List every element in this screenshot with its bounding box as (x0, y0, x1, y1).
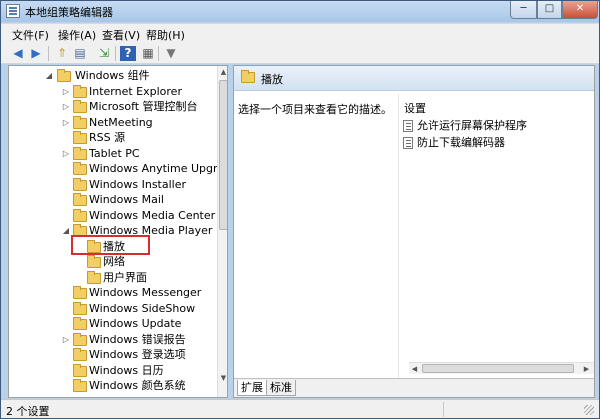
folder-icon (73, 317, 87, 330)
properties-icon[interactable]: ▦ (140, 46, 156, 61)
tree-scroll-thumb[interactable] (219, 80, 227, 230)
tree-node-label: Windows SideShow (89, 302, 196, 315)
folder-icon (73, 193, 87, 206)
folder-icon (87, 255, 101, 268)
expander-icon[interactable]: ▷ (61, 146, 71, 162)
folder-icon (73, 147, 87, 160)
policy-editor-icon (6, 4, 20, 18)
tree-node-label: RSS 源 (89, 131, 126, 144)
tree-node-label: 网络 (103, 255, 125, 268)
back-icon[interactable]: ◀ (10, 46, 26, 61)
folder-icon (73, 209, 87, 222)
details-horizontal-scrollbar[interactable]: ◀ ▶ (409, 362, 594, 374)
help-icon[interactable]: ? (120, 46, 136, 61)
folder-icon (73, 131, 87, 144)
title-bar[interactable]: 本地组策略编辑器 ─ □ ✕ (1, 1, 599, 22)
menu-action[interactable]: 操作(A) (58, 27, 96, 43)
tree-node-label: Windows Messenger (89, 286, 202, 299)
folder-icon (241, 70, 255, 83)
folder-icon (73, 178, 87, 191)
folder-icon (57, 69, 71, 82)
folder-icon (73, 85, 87, 98)
tree-node-label: Windows Update (89, 317, 182, 330)
selection-highlight-box (71, 235, 150, 255)
menu-help[interactable]: 帮助(H) (146, 27, 185, 43)
tree-node-label: Windows Anytime Upgrade (89, 162, 228, 175)
folder-icon (73, 100, 87, 113)
folder-icon (87, 271, 101, 284)
details-scroll-thumb[interactable] (422, 364, 574, 373)
tree-node-label: Internet Explorer (89, 85, 182, 98)
tree-node-label: Windows 日历 (89, 364, 164, 377)
expander-icon[interactable]: ▷ (61, 99, 71, 115)
setting-label: 防止下载编解码器 (417, 136, 505, 149)
tree-node-label: Windows Installer (89, 178, 187, 191)
expander-icon[interactable]: ◢ (44, 68, 54, 84)
tree-node-label: 用户界面 (103, 271, 147, 284)
description-text: 选择一个项目来查看它的描述。 (238, 103, 392, 116)
scroll-down-icon[interactable]: ▼ (218, 372, 227, 384)
view-tabs: 扩展 标准 (234, 378, 594, 397)
toolbar-separator (115, 46, 116, 61)
details-header: 播放 (234, 66, 594, 91)
show-hide-tree-icon[interactable]: ▤ (72, 46, 88, 61)
status-bar: 2 个设置 (1, 399, 599, 418)
tree-vertical-scrollbar[interactable]: ▲ ▼ (217, 66, 227, 397)
folder-icon (73, 302, 87, 315)
toolbar-separator (158, 46, 159, 61)
resize-grip-icon[interactable] (584, 405, 594, 415)
details-header-title: 播放 (261, 73, 283, 86)
tree-node-label: Windows Media Center (89, 209, 216, 222)
folder-icon (73, 364, 87, 377)
expander-icon[interactable]: ◢ (61, 223, 71, 239)
scroll-up-icon[interactable]: ▲ (218, 66, 227, 78)
folder-icon (73, 333, 87, 346)
tree-node-label: Windows 组件 (75, 69, 150, 82)
expander-icon[interactable]: ▷ (61, 115, 71, 131)
tab-extended[interactable]: 扩展 (237, 380, 267, 396)
tree-node-label: NetMeeting (89, 116, 153, 129)
export-list-icon[interactable]: ⇲ (96, 46, 112, 61)
minimize-button[interactable]: ─ (510, 1, 537, 19)
pane-divider (398, 94, 399, 378)
menu-view[interactable]: 查看(V) (102, 27, 140, 43)
column-header-setting[interactable]: 设置 (404, 100, 426, 116)
expander-icon[interactable]: ▷ (61, 84, 71, 100)
window-title: 本地组策略编辑器 (25, 6, 113, 19)
toolbar: ◀ ▶ ⇑ ▤ ⇲ ? ▦ ▼ (1, 43, 599, 64)
close-button[interactable]: ✕ (562, 1, 598, 19)
details-pane: 播放 选择一个项目来查看它的描述。 设置 允许运行屏幕保护程序 防止下载编解码器… (233, 65, 595, 398)
maximize-button[interactable]: □ (537, 1, 562, 19)
menu-file[interactable]: 文件(F) (12, 27, 49, 43)
tree-node-label: Windows Mail (89, 193, 164, 206)
toolbar-separator (48, 46, 49, 61)
main-window: 本地组策略编辑器 ─ □ ✕ 文件(F) 操作(A) 查看(V) 帮助(H) ◀… (0, 0, 600, 419)
policy-setting-icon (403, 120, 413, 132)
tree-node-label: Microsoft 管理控制台 (89, 100, 198, 113)
folder-icon (73, 162, 87, 175)
folder-icon (73, 286, 87, 299)
tab-standard[interactable]: 标准 (266, 380, 296, 396)
tree-node-label: Windows 颜色系统 (89, 379, 186, 392)
status-text: 2 个设置 (6, 405, 50, 418)
up-one-level-icon[interactable]: ⇑ (54, 46, 70, 61)
tree-pane[interactable]: ◢ Windows 组件 ▷ Internet Explorer ▷ Micro… (8, 65, 228, 398)
menu-bar: 文件(F) 操作(A) 查看(V) 帮助(H) (1, 23, 599, 43)
status-separator (443, 402, 444, 417)
setting-label: 允许运行屏幕保护程序 (417, 119, 527, 132)
folder-icon (73, 348, 87, 361)
tree-node-label: Windows 登录选项 (89, 348, 186, 361)
folder-icon (73, 379, 87, 392)
expander-icon[interactable]: ▷ (61, 332, 71, 348)
tree-node-label: Tablet PC (89, 147, 140, 160)
scroll-left-icon[interactable]: ◀ (409, 363, 420, 375)
tree-node-label: Windows 错误报告 (89, 333, 186, 346)
policy-setting-icon (403, 137, 413, 149)
filter-icon[interactable]: ▼ (163, 46, 179, 61)
scroll-right-icon[interactable]: ▶ (581, 363, 592, 375)
folder-icon (73, 116, 87, 129)
forward-icon[interactable]: ▶ (28, 46, 44, 61)
